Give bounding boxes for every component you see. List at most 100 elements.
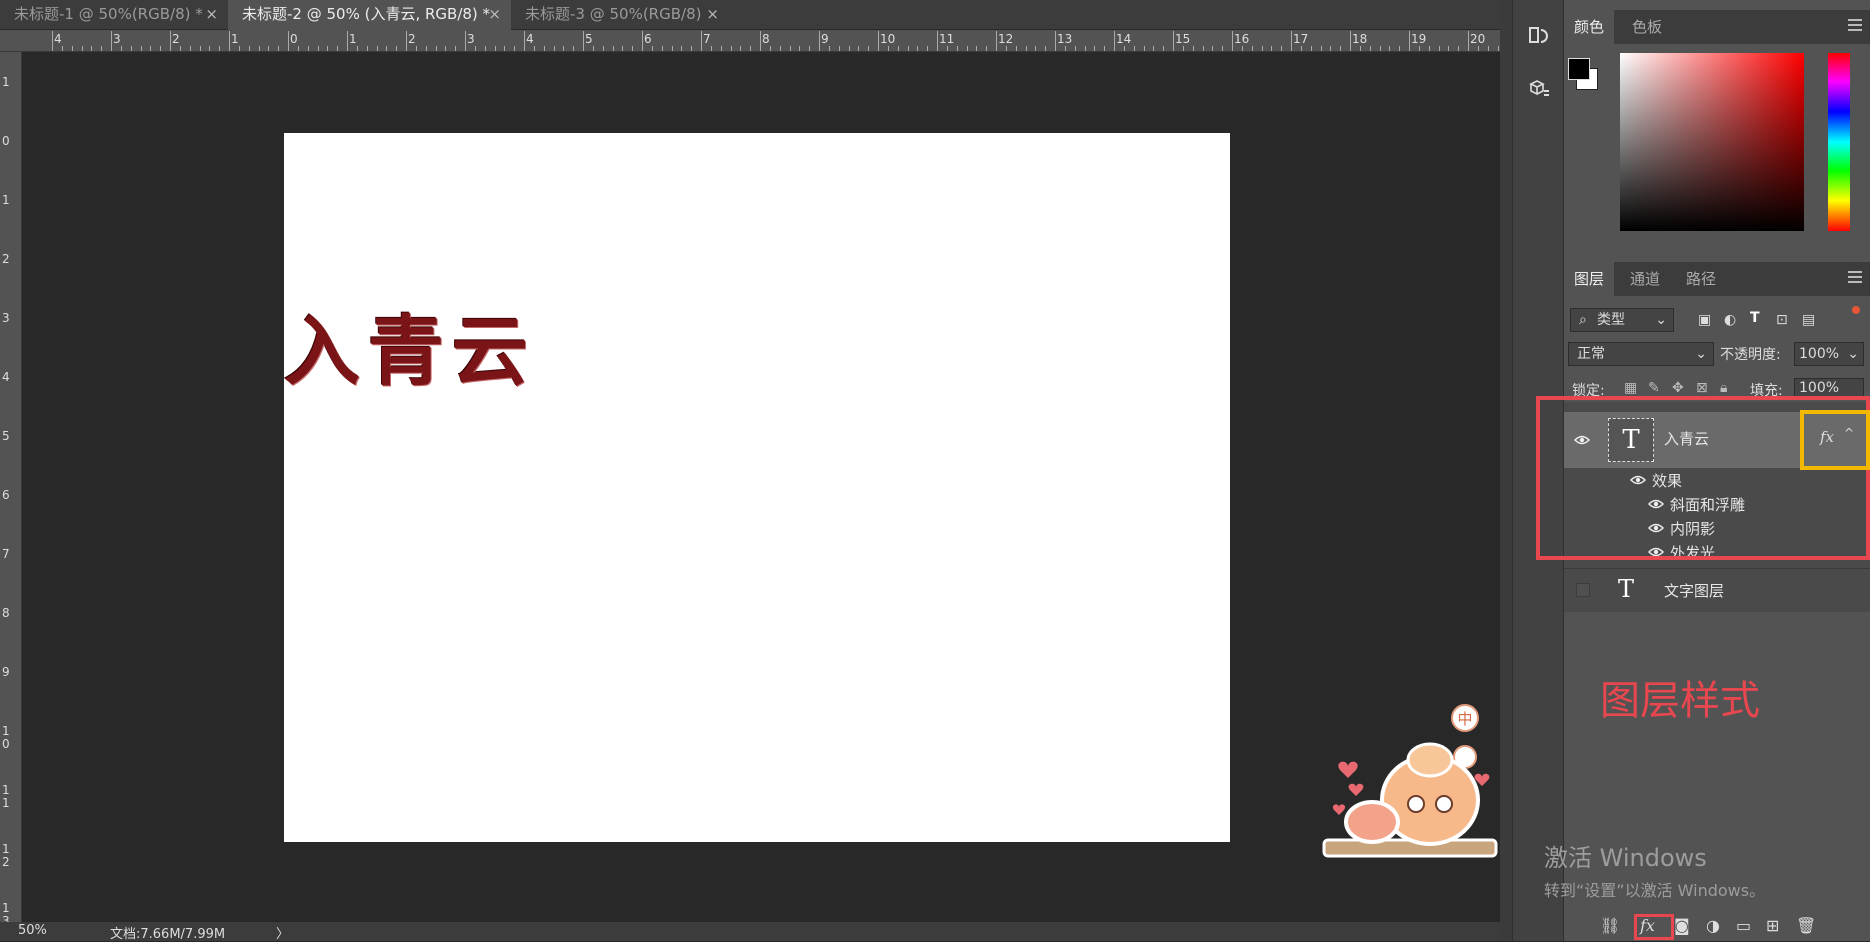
image-filter-icon[interactable]: ▣ — [1698, 312, 1711, 328]
ruler-tick — [268, 46, 270, 51]
ruler-label: 9 — [821, 32, 829, 46]
ruler-tick — [455, 46, 457, 51]
ruler-tick — [150, 46, 152, 51]
ruler-label: 16 — [1234, 32, 1250, 46]
history-icon[interactable] — [1527, 24, 1551, 48]
ruler-tick — [1310, 46, 1312, 51]
ruler-tick — [1369, 46, 1371, 51]
ruler-tick — [533, 46, 535, 51]
document-canvas[interactable] — [284, 133, 1230, 842]
tab-untitled-1[interactable]: 未标题-1 @ 50%(RGB/8) * × — [0, 0, 228, 30]
ruler-tick — [966, 46, 968, 51]
tab-untitled-3[interactable]: 未标题-3 @ 50%(RGB/8) × — [511, 0, 729, 30]
tab-paths[interactable]: 路径 — [1676, 262, 1726, 296]
properties-icon[interactable] — [1527, 78, 1551, 102]
ruler-tick — [1114, 31, 1115, 51]
ruler-label: 20 — [1470, 32, 1486, 46]
fill-input[interactable]: 100% — [1794, 378, 1864, 398]
shape-filter-icon[interactable]: ⊡ — [1776, 312, 1788, 328]
new-group-icon[interactable]: ▭ — [1736, 916, 1751, 935]
filter-toggle-icon[interactable] — [1852, 306, 1860, 314]
tab-label: 未标题-2 @ 50% (入青云, RGB/8) * — [242, 5, 491, 23]
close-icon[interactable]: × — [488, 0, 501, 28]
smart-object-filter-icon[interactable]: ▤ — [1802, 312, 1815, 328]
lock-all-icon[interactable]: 🔒︎ — [1720, 380, 1727, 396]
ruler-label: 11 — [939, 32, 955, 46]
ruler-label: 1 — [2, 75, 10, 89]
close-icon[interactable]: × — [205, 0, 218, 28]
ruler-tick — [1438, 46, 1440, 51]
panel-menu-icon[interactable] — [1848, 19, 1862, 33]
ruler-tick — [789, 46, 791, 51]
panel-splitter[interactable] — [1500, 0, 1512, 941]
type-filter-icon[interactable]: T — [1750, 310, 1760, 326]
ruler-tick — [1173, 31, 1174, 51]
tab-color[interactable]: 颜色 — [1564, 10, 1615, 44]
ruler-label: 5 — [585, 32, 593, 46]
ruler-tick — [297, 46, 299, 51]
status-menu-arrow[interactable]: 〉 — [276, 923, 289, 942]
layer-name[interactable]: 文字图层 — [1664, 580, 1724, 601]
ruler-tick — [799, 46, 801, 51]
ruler-tick — [1497, 46, 1499, 51]
layer-filter-select[interactable]: ⌕ 类型 ⌄ — [1570, 308, 1674, 332]
adjustment-layer-icon[interactable]: ◑ — [1706, 916, 1720, 935]
ruler-tick — [1251, 46, 1253, 51]
delete-layer-icon[interactable]: 🗑︎ — [1796, 916, 1816, 935]
blend-mode-select[interactable]: 正常 ⌄ — [1568, 342, 1714, 366]
ruler-tick — [583, 31, 584, 51]
ruler-tick — [337, 46, 339, 51]
zoom-level[interactable]: 50% — [18, 923, 47, 938]
ruler-label: 10 — [2, 724, 10, 751]
ruler-label: 4 — [54, 32, 62, 46]
hue-slider[interactable] — [1828, 53, 1850, 231]
ruler-label: 12 — [2, 842, 10, 869]
visibility-toggle[interactable] — [1576, 583, 1590, 597]
horizontal-ruler[interactable]: 4 3 2 1 0 1 2 3 4 5 6 7 8 9 10 11 12 13 14 15 16 17 18 19 20 — [0, 30, 1512, 52]
lock-transparent-icon[interactable]: ▦ — [1624, 380, 1637, 396]
chevron-down-icon: ⌄ — [1847, 346, 1859, 362]
vertical-ruler[interactable]: 1012345678910111213 — [0, 52, 22, 922]
ruler-tick — [1094, 46, 1096, 51]
foreground-color-swatch[interactable] — [1568, 58, 1590, 80]
ruler-tick — [602, 46, 604, 51]
new-layer-icon[interactable]: ⊞ — [1766, 916, 1779, 935]
annotation-label: 图层样式 — [1600, 678, 1760, 724]
lock-position-icon[interactable]: ✥ — [1672, 380, 1684, 396]
ruler-tick — [1477, 46, 1479, 51]
tab-layers[interactable]: 图层 — [1564, 262, 1615, 296]
ruler-tick — [907, 46, 909, 51]
ruler-tick — [671, 46, 673, 51]
canvas-text-layer: 入青云 — [284, 307, 536, 396]
ruler-tick — [1163, 46, 1165, 51]
ruler-tick — [632, 46, 634, 51]
ruler-tick — [848, 46, 850, 51]
color-field[interactable] — [1620, 53, 1804, 231]
tab-swatches[interactable]: 色板 — [1622, 10, 1672, 44]
lock-image-icon[interactable]: ✎ — [1648, 380, 1660, 396]
tab-channels[interactable]: 通道 — [1620, 262, 1670, 296]
ruler-tick — [445, 46, 447, 51]
panel-menu-icon[interactable] — [1848, 271, 1862, 285]
ruler-tick — [81, 46, 83, 51]
ruler-tick — [986, 46, 988, 51]
tab-untitled-2[interactable]: 未标题-2 @ 50% (入青云, RGB/8) * × — [228, 0, 511, 30]
ruler-label: 4 — [526, 32, 534, 46]
ruler-tick — [120, 46, 122, 51]
opacity-input[interactable]: 100% ⌄ — [1794, 342, 1864, 366]
ruler-tick — [1104, 46, 1106, 51]
ruler-tick — [681, 46, 683, 51]
close-icon[interactable]: × — [706, 0, 719, 28]
lock-artboard-icon[interactable]: ⊠ — [1696, 380, 1708, 396]
layers-panel-tabs: 图层 通道 路径 — [1564, 262, 1870, 296]
ruler-label: 8 — [762, 32, 770, 46]
document-size: 文档:7.66M/7.99M — [110, 927, 226, 942]
add-mask-icon[interactable]: ◙ — [1674, 916, 1690, 935]
ruler-tick — [1035, 46, 1037, 51]
layer-row-text-layer[interactable]: T 文字图层 — [1564, 568, 1870, 610]
link-layers-icon[interactable]: ⛓︎ — [1600, 916, 1620, 935]
ruler-tick — [553, 46, 555, 51]
ruler-tick — [317, 46, 319, 51]
adjustment-filter-icon[interactable]: ◐ — [1724, 312, 1736, 328]
ruler-tick — [1350, 31, 1351, 51]
